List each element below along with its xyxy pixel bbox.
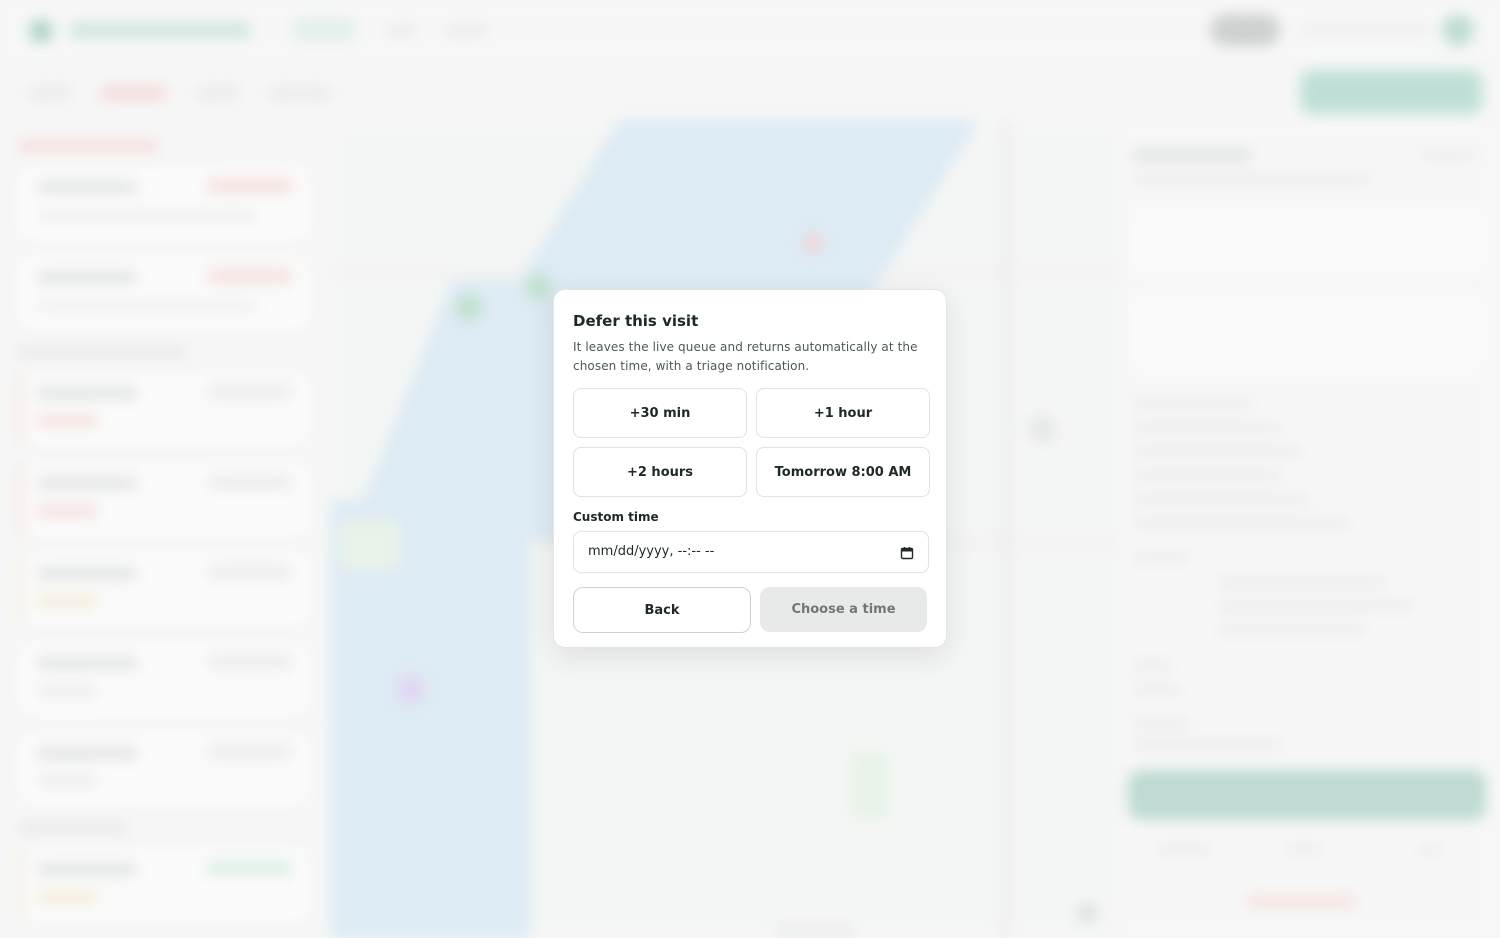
custom-time-input[interactable]: mm/dd/yyyy, --:-- --: [573, 531, 929, 573]
defer-visit-dialog: Defer this visit It leaves the live queu…: [553, 289, 947, 648]
calendar-icon[interactable]: [900, 545, 914, 560]
dialog-title: Defer this visit: [573, 312, 699, 330]
defer-options: +30 min +1 hour +2 hours Tomorrow 8:00 A…: [573, 388, 930, 497]
defer-2-hours-button[interactable]: +2 hours: [573, 447, 747, 497]
choose-time-button[interactable]: Choose a time: [759, 587, 927, 632]
dialog-description: It leaves the live queue and returns aut…: [573, 340, 918, 373]
back-button[interactable]: Back: [573, 587, 751, 633]
custom-time-label: Custom time: [573, 510, 659, 524]
defer-tomorrow-button[interactable]: Tomorrow 8:00 AM: [756, 447, 930, 497]
defer-30-min-button[interactable]: +30 min: [573, 388, 747, 438]
custom-time-placeholder: mm/dd/yyyy, --:-- --: [588, 544, 715, 559]
defer-1-hour-button[interactable]: +1 hour: [756, 388, 930, 438]
dialog-actions: Back Choose a time: [573, 587, 927, 633]
